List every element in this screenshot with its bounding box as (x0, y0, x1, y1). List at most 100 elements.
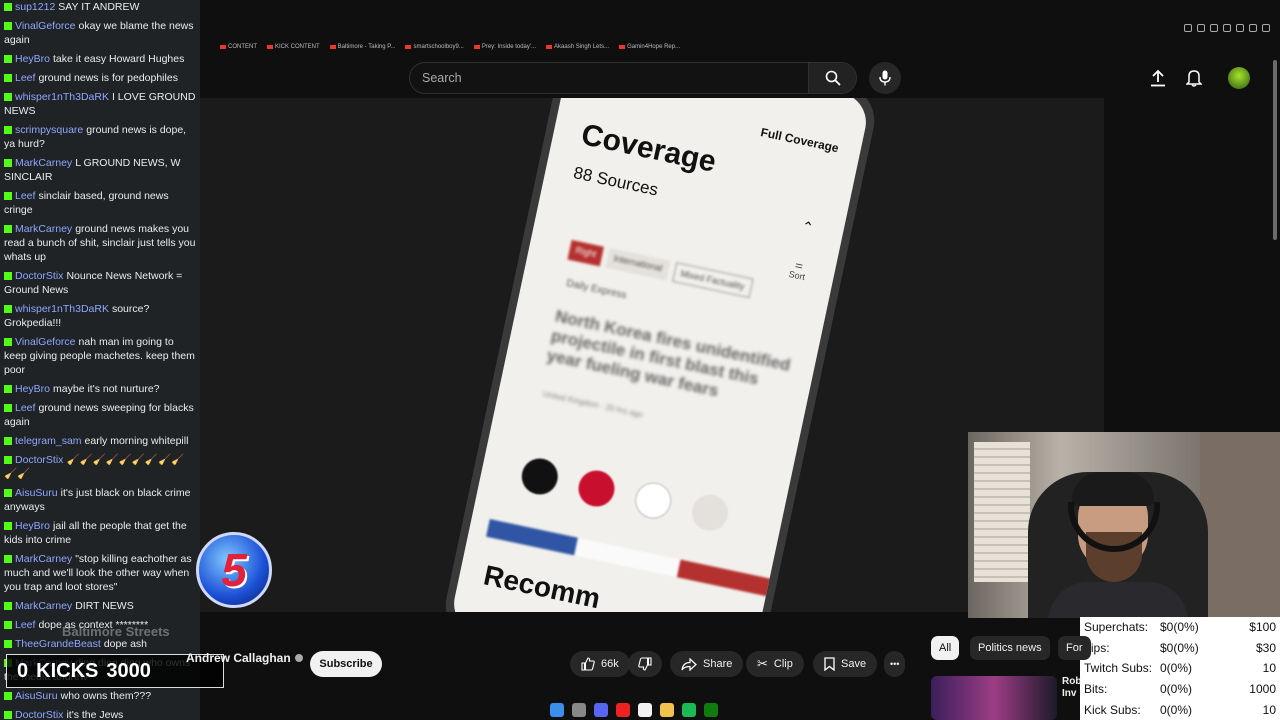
chat-message: HeyBro jail all the people that get the k… (0, 519, 200, 552)
chat-username[interactable]: MarkCarney (15, 223, 72, 235)
extension-icon[interactable] (1262, 24, 1270, 32)
bookmark-item[interactable]: KICK CONTENT (267, 44, 320, 50)
xbox-icon[interactable] (704, 703, 718, 717)
chat-username[interactable]: MarkCarney (15, 157, 72, 169)
search-input[interactable]: Search (410, 71, 808, 85)
chat-username[interactable]: TheeGrandeBeast (15, 638, 101, 650)
bookmark-item[interactable]: Prey: Inside today'... (473, 44, 537, 50)
extension-icon[interactable] (1236, 24, 1244, 32)
chip-for-you[interactable]: For (1058, 636, 1091, 660)
chat-username[interactable]: HeyBro (15, 520, 50, 532)
upload-button[interactable] (1146, 66, 1170, 90)
channel-name[interactable]: Andrew Callaghan (186, 651, 303, 665)
voice-search-button[interactable] (869, 62, 901, 94)
stat-goal: 10 (1262, 661, 1276, 676)
chat-message: telegram_sam early morning whitepill (0, 434, 200, 453)
chat-message: VinalGeforce okay we blame the news again (0, 19, 200, 52)
stat-goal: $100 (1249, 620, 1276, 635)
dislike-button[interactable] (628, 651, 662, 677)
stat-row: Tips: $0(0%) $30 (1084, 638, 1276, 659)
extension-icon[interactable] (1184, 24, 1192, 32)
chat-username[interactable]: telegram_sam (15, 435, 82, 447)
bookmark-item[interactable]: Gamin4Hope Rep... (619, 44, 680, 50)
folder-icon[interactable] (660, 703, 674, 717)
extension-icon[interactable] (1223, 24, 1231, 32)
clip-button[interactable]: ✂ Clip (746, 651, 804, 677)
kick-badge-icon (4, 404, 12, 413)
account-avatar[interactable] (1228, 67, 1250, 89)
discord-icon[interactable] (594, 703, 608, 717)
bookmark-item[interactable]: smartschoolboy9... (405, 44, 464, 50)
chat-username[interactable]: Leef (15, 190, 35, 202)
extension-icon[interactable] (1197, 24, 1205, 32)
stat-value: 0(0%) (1160, 661, 1193, 676)
chat-username[interactable]: Leef (15, 72, 35, 84)
chat-username[interactable]: whisper1nTh3DaRK (15, 91, 109, 103)
spotify-icon[interactable] (682, 703, 696, 717)
chat-username[interactable]: VinalGeforce (15, 20, 76, 32)
extension-icon[interactable] (1210, 24, 1218, 32)
chat-message: MarkCarney "stop killing eachother as muc… (0, 552, 200, 599)
windows-start-icon[interactable] (550, 703, 564, 717)
source-logo (688, 491, 732, 535)
stat-value: $0(0%) (1160, 640, 1199, 655)
chat-username[interactable]: MarkCarney (15, 553, 72, 565)
more-actions-button[interactable]: ••• (884, 651, 906, 677)
bias-tag: Right (567, 239, 604, 267)
chat-username[interactable]: whisper1nTh3DaRK (15, 303, 109, 315)
sort-label: Sort (787, 268, 807, 283)
sources-count: 88 Sources (571, 163, 660, 200)
kick-badge-icon (4, 338, 12, 347)
chat-message: AisuSuru it's just black on black crime a… (0, 486, 200, 519)
chat-username[interactable]: sup1212 (15, 1, 55, 13)
browser-icon[interactable] (638, 703, 652, 717)
chat-username[interactable]: HeyBro (15, 383, 50, 395)
save-button[interactable]: Save (813, 651, 878, 677)
chat-username[interactable]: scrimpysquare (15, 124, 83, 136)
kick-badge-icon (4, 385, 12, 394)
chat-text: ground news is for pedophiles (38, 72, 178, 84)
chat-username[interactable]: Leef (15, 619, 35, 631)
stat-row: Bits: 0(0%) 1000 (1084, 679, 1276, 700)
subscribe-button[interactable]: Subscribe (310, 651, 382, 677)
donation-stats-panel: Superchats: $0(0%) $100 Tips: $0(0%) $30 Twitc… (1080, 617, 1280, 720)
bookmark-icon (220, 45, 226, 49)
bookmark-item[interactable]: Akaash Singh Lets... (546, 44, 609, 50)
kick-badge-icon (4, 3, 12, 12)
recommended-thumbnail[interactable] (931, 676, 1057, 720)
chat-username[interactable]: VinalGeforce (15, 336, 76, 348)
bookmark-item[interactable]: Baltimore - Taking P... (329, 44, 395, 50)
stat-goal: $30 (1255, 640, 1276, 655)
chat-username[interactable]: DoctorStix (15, 709, 63, 720)
microphone-icon (879, 70, 891, 86)
chip-all[interactable]: All (931, 636, 960, 660)
chat-username[interactable]: DoctorStix (15, 454, 63, 466)
bookmark-item[interactable]: CONTENT (220, 44, 257, 50)
page-scrollbar[interactable] (1273, 60, 1277, 240)
chat-username[interactable]: MarkCarney (15, 600, 72, 612)
notifications-button[interactable] (1182, 66, 1206, 90)
stat-row: Kick Subs: 0(0%) 10 (1084, 699, 1276, 720)
chat-username[interactable]: HeyBro (15, 53, 50, 65)
chat-username[interactable]: Leef (15, 402, 35, 414)
chip-politics-news[interactable]: Politics news (970, 636, 1050, 660)
chat-username[interactable]: AisuSuru (15, 487, 58, 499)
bookmark-label: KICK CONTENT (275, 44, 320, 50)
wall (1200, 432, 1280, 618)
search-button[interactable] (808, 63, 856, 93)
like-button[interactable]: 66k (570, 651, 630, 677)
share-button[interactable]: Share (670, 651, 744, 677)
stream-title: Baltimore Streets (62, 624, 170, 639)
obs-icon[interactable] (616, 703, 630, 717)
chat-username[interactable]: DoctorStix (15, 270, 63, 282)
chat-panel: sup1212 SAY IT ANDREW VinalGeforce okay we … (0, 0, 200, 720)
chat-text: who owns them??? (60, 690, 152, 702)
extension-icon[interactable] (1249, 24, 1257, 32)
kick-badge-icon (4, 456, 12, 465)
search-icon[interactable] (572, 703, 586, 717)
chat-message: MarkCarney L GROUND NEWS, W SINCLAIR (0, 156, 200, 189)
bookmark-label: Akaash Singh Lets... (554, 44, 610, 50)
chat-username[interactable]: AisuSuru (15, 690, 58, 702)
recommended-title[interactable]: Rob Inv (1062, 676, 1081, 700)
bookmark-label: Prey: Inside today'... (481, 44, 537, 50)
